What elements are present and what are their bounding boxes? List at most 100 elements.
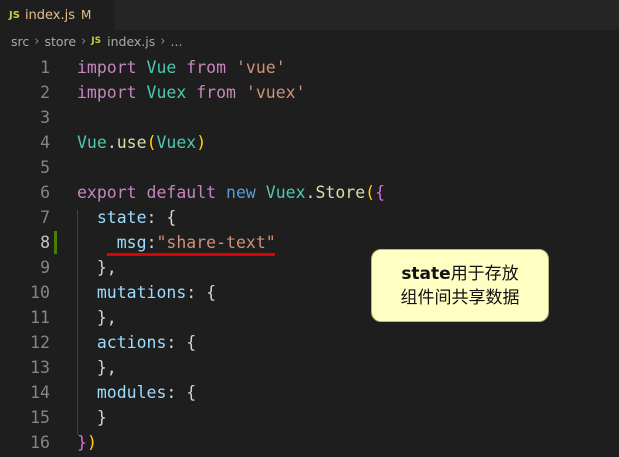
code-token: ( [146, 133, 157, 152]
code-text: msg:"share-text" [77, 230, 276, 255]
breadcrumb: src › store › JS index.js › ... [0, 30, 619, 52]
tab-index-js[interactable]: JS index.js M [0, 0, 114, 30]
code-token: { [375, 183, 386, 202]
code-text: mutations: { [77, 280, 216, 305]
line-number: 2 [40, 83, 50, 102]
code-text: Vue.use(Vuex) [77, 130, 206, 155]
code-text: } [77, 405, 107, 430]
code-line[interactable]: 16}) [0, 430, 619, 455]
code-token: modules [96, 383, 167, 402]
line-number: 9 [40, 258, 50, 277]
code-text: }, [77, 305, 117, 330]
code-line[interactable]: 12 actions: { [0, 330, 619, 355]
code-text: }, [77, 355, 117, 380]
code-text: modules: { [77, 380, 196, 405]
code-token: : [146, 233, 157, 252]
code-token: Vuex [156, 133, 197, 152]
code-text: import Vuex from 'vuex' [77, 80, 306, 105]
chevron-right-icon: › [81, 33, 87, 49]
code-line[interactable]: 1 import Vue from 'vue' [0, 55, 619, 80]
chevron-right-icon: › [34, 33, 40, 49]
code-line[interactable]: 4 Vue.use(Vuex) [0, 130, 619, 155]
line-number: 5 [40, 158, 50, 177]
callout-line-2: 组件间共享数据 [400, 287, 520, 308]
code-token: Vuex [265, 183, 306, 202]
code-token: } [77, 408, 107, 427]
code-token: export [77, 183, 137, 202]
code-token: }, [77, 258, 117, 277]
code-token: import [77, 83, 137, 102]
code-line[interactable]: 13 }, [0, 355, 619, 380]
line-number: 7 [40, 208, 50, 227]
breadcrumb-item-symbols[interactable]: ... [169, 34, 185, 49]
code-line[interactable]: 15 } [0, 405, 619, 430]
code-token: Store [315, 183, 366, 202]
code-token: Vuex [146, 83, 187, 102]
code-token: mutations [96, 283, 187, 302]
code-text: export default new Vuex.Store({ [77, 180, 385, 205]
code-token: : { [146, 208, 177, 227]
code-token: msg [116, 233, 147, 252]
line-number: 16 [30, 433, 50, 452]
annotation-callout: state用于存放 组件间共享数据 [371, 249, 549, 322]
code-text: actions: { [77, 330, 196, 355]
code-token: state [96, 208, 147, 227]
code-line[interactable]: 3 [0, 105, 619, 130]
line-number: 14 [30, 383, 50, 402]
code-token: : { [166, 333, 197, 352]
code-token: : { [186, 283, 217, 302]
code-token: import [77, 58, 137, 77]
code-token: : { [166, 383, 197, 402]
breadcrumb-item-src[interactable]: src [9, 34, 31, 49]
code-text: }, [77, 255, 117, 280]
modified-indicator: M [81, 8, 92, 22]
code-text: state: { [77, 205, 176, 230]
red-underline-annotation [107, 253, 275, 256]
chevron-right-icon: › [160, 33, 166, 49]
code-line[interactable]: 14 modules: { [0, 380, 619, 405]
line-number: 15 [30, 408, 50, 427]
code-token: from [196, 83, 236, 102]
tab-filename: index.js [24, 7, 76, 23]
code-token: 'vue' [235, 58, 286, 77]
code-token: Vue [146, 58, 177, 77]
line-number: 8 [40, 233, 50, 252]
code-text: }) [77, 430, 97, 455]
javascript-file-icon: JS [91, 36, 102, 46]
code-token: from [186, 58, 227, 77]
code-token: new [226, 183, 256, 202]
callout-line-1: state用于存放 [401, 262, 518, 286]
code-line[interactable]: 2 import Vuex from 'vuex' [0, 80, 619, 105]
breadcrumb-item-store[interactable]: store [42, 34, 78, 49]
line-number: 12 [30, 333, 50, 352]
code-token: use [116, 133, 147, 152]
line-number: 3 [40, 108, 50, 127]
code-line[interactable]: 6 export default new Vuex.Store({ [0, 180, 619, 205]
code-line[interactable]: 5 [0, 155, 619, 180]
callout-line-1-text: 用于存放 [450, 263, 519, 284]
line-number: 6 [40, 183, 50, 202]
breadcrumb-item-file[interactable]: index.js [105, 34, 157, 49]
code-token: ) [86, 433, 97, 452]
code-text: import Vue from 'vue' [77, 55, 286, 80]
code-token: . [106, 133, 117, 152]
modified-line-gutter-marker [54, 231, 57, 254]
code-token: 'vuex' [245, 83, 306, 102]
code-line[interactable]: 7 state: { [0, 205, 619, 230]
line-number: 10 [30, 283, 50, 302]
code-token: default [146, 183, 217, 202]
code-token: ) [196, 133, 207, 152]
code-token: }, [77, 308, 117, 327]
callout-keyword: state [401, 263, 451, 284]
